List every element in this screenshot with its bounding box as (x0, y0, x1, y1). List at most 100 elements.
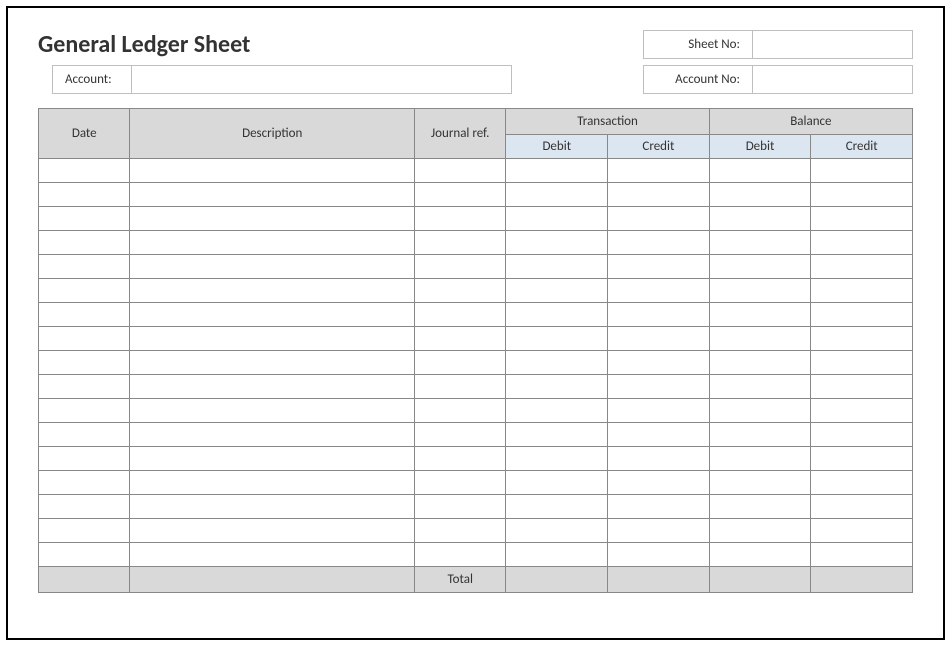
cell-trans_credit[interactable] (608, 207, 710, 231)
cell-journal_ref[interactable] (415, 327, 506, 351)
cell-trans_credit[interactable] (608, 159, 710, 183)
cell-date[interactable] (39, 351, 130, 375)
cell-bal_credit[interactable] (811, 231, 913, 255)
cell-trans_credit[interactable] (608, 183, 710, 207)
cell-date[interactable] (39, 255, 130, 279)
cell-journal_ref[interactable] (415, 231, 506, 255)
cell-trans_debit[interactable] (506, 159, 608, 183)
cell-bal_debit[interactable] (709, 327, 811, 351)
account-value[interactable] (132, 65, 512, 94)
cell-trans_debit[interactable] (506, 447, 608, 471)
cell-journal_ref[interactable] (415, 303, 506, 327)
cell-bal_debit[interactable] (709, 231, 811, 255)
cell-journal_ref[interactable] (415, 183, 506, 207)
cell-journal_ref[interactable] (415, 375, 506, 399)
cell-bal_credit[interactable] (811, 471, 913, 495)
cell-bal_credit[interactable] (811, 375, 913, 399)
cell-trans_credit[interactable] (608, 255, 710, 279)
cell-bal_credit[interactable] (811, 543, 913, 567)
cell-date[interactable] (39, 183, 130, 207)
cell-description[interactable] (130, 495, 415, 519)
cell-date[interactable] (39, 447, 130, 471)
cell-description[interactable] (130, 375, 415, 399)
cell-bal_debit[interactable] (709, 303, 811, 327)
cell-journal_ref[interactable] (415, 351, 506, 375)
cell-journal_ref[interactable] (415, 279, 506, 303)
cell-trans_debit[interactable] (506, 543, 608, 567)
cell-trans_debit[interactable] (506, 351, 608, 375)
cell-trans_debit[interactable] (506, 519, 608, 543)
cell-date[interactable] (39, 399, 130, 423)
cell-description[interactable] (130, 351, 415, 375)
cell-date[interactable] (39, 279, 130, 303)
cell-bal_credit[interactable] (811, 159, 913, 183)
cell-bal_credit[interactable] (811, 255, 913, 279)
cell-trans_credit[interactable] (608, 399, 710, 423)
cell-description[interactable] (130, 471, 415, 495)
cell-description[interactable] (130, 183, 415, 207)
cell-description[interactable] (130, 447, 415, 471)
cell-description[interactable] (130, 159, 415, 183)
cell-trans_credit[interactable] (608, 351, 710, 375)
cell-description[interactable] (130, 279, 415, 303)
cell-description[interactable] (130, 303, 415, 327)
cell-trans_credit[interactable] (608, 423, 710, 447)
cell-description[interactable] (130, 399, 415, 423)
cell-trans_credit[interactable] (608, 471, 710, 495)
cell-journal_ref[interactable] (415, 543, 506, 567)
cell-journal_ref[interactable] (415, 519, 506, 543)
cell-journal_ref[interactable] (415, 255, 506, 279)
cell-trans_credit[interactable] (608, 495, 710, 519)
cell-bal_debit[interactable] (709, 519, 811, 543)
cell-trans_credit[interactable] (608, 231, 710, 255)
cell-trans_credit[interactable] (608, 543, 710, 567)
cell-trans_debit[interactable] (506, 495, 608, 519)
cell-bal_debit[interactable] (709, 375, 811, 399)
cell-trans_debit[interactable] (506, 231, 608, 255)
cell-bal_debit[interactable] (709, 495, 811, 519)
cell-date[interactable] (39, 159, 130, 183)
cell-description[interactable] (130, 255, 415, 279)
cell-bal_credit[interactable] (811, 207, 913, 231)
cell-journal_ref[interactable] (415, 495, 506, 519)
cell-bal_debit[interactable] (709, 423, 811, 447)
cell-journal_ref[interactable] (415, 399, 506, 423)
cell-bal_debit[interactable] (709, 159, 811, 183)
cell-trans_debit[interactable] (506, 327, 608, 351)
cell-description[interactable] (130, 519, 415, 543)
cell-date[interactable] (39, 543, 130, 567)
cell-bal_credit[interactable] (811, 351, 913, 375)
cell-bal_debit[interactable] (709, 183, 811, 207)
cell-date[interactable] (39, 327, 130, 351)
cell-trans_credit[interactable] (608, 279, 710, 303)
cell-journal_ref[interactable] (415, 447, 506, 471)
sheet-no-value[interactable] (753, 30, 913, 59)
cell-trans_debit[interactable] (506, 399, 608, 423)
cell-trans_debit[interactable] (506, 423, 608, 447)
cell-bal_debit[interactable] (709, 543, 811, 567)
cell-bal_credit[interactable] (811, 495, 913, 519)
cell-journal_ref[interactable] (415, 471, 506, 495)
cell-trans_debit[interactable] (506, 255, 608, 279)
cell-bal_debit[interactable] (709, 447, 811, 471)
cell-bal_credit[interactable] (811, 423, 913, 447)
cell-date[interactable] (39, 375, 130, 399)
cell-date[interactable] (39, 231, 130, 255)
cell-bal_debit[interactable] (709, 399, 811, 423)
cell-description[interactable] (130, 207, 415, 231)
cell-date[interactable] (39, 207, 130, 231)
cell-trans_debit[interactable] (506, 303, 608, 327)
cell-bal_credit[interactable] (811, 279, 913, 303)
cell-trans_credit[interactable] (608, 303, 710, 327)
cell-description[interactable] (130, 543, 415, 567)
cell-date[interactable] (39, 303, 130, 327)
cell-bal_debit[interactable] (709, 255, 811, 279)
cell-date[interactable] (39, 495, 130, 519)
cell-bal_credit[interactable] (811, 327, 913, 351)
cell-journal_ref[interactable] (415, 423, 506, 447)
cell-date[interactable] (39, 423, 130, 447)
account-no-value[interactable] (753, 65, 913, 94)
cell-description[interactable] (130, 423, 415, 447)
cell-trans_credit[interactable] (608, 447, 710, 471)
cell-trans_debit[interactable] (506, 279, 608, 303)
